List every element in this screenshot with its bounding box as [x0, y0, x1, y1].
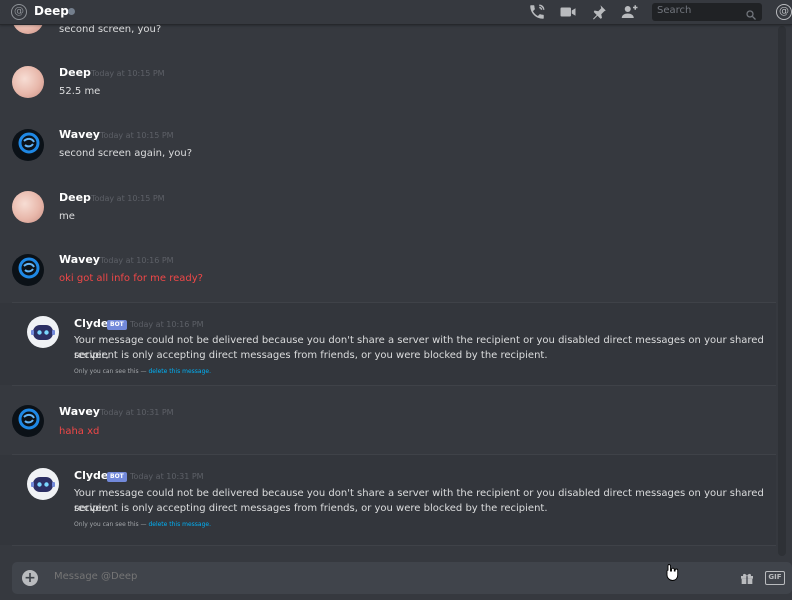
avatar[interactable] [12, 405, 44, 437]
avatar[interactable] [27, 316, 59, 348]
add-friend-icon[interactable] [621, 3, 639, 21]
video-icon[interactable] [559, 3, 577, 21]
delete-message-link[interactable]: delete this message. [148, 521, 211, 528]
message-timestamp: Today at 10:15 PM [91, 69, 165, 78]
channel-name: Deep [34, 4, 69, 18]
divider [12, 545, 776, 546]
delete-message-link[interactable]: delete this message. [148, 368, 211, 375]
message-text: oki got all info for me ready? [59, 273, 203, 284]
message-timestamp: Today at 10:15 PM [91, 194, 165, 203]
ephemeral-note-text: Only you can see this — [74, 368, 149, 375]
search-icon [745, 6, 757, 20]
ephemeral-note: Only you can see this — delete this mess… [74, 521, 211, 528]
message-author[interactable]: Deep [59, 66, 91, 79]
gif-button[interactable]: GIF [765, 571, 785, 585]
message-author[interactable]: Clyde [74, 317, 108, 330]
status-dot [68, 8, 75, 15]
message-text: haha xd [59, 426, 100, 437]
message-timestamp: Today at 10:16 PM [130, 320, 204, 329]
avatar[interactable] [12, 129, 44, 161]
scrollbar[interactable] [778, 26, 786, 556]
avatar[interactable] [12, 66, 44, 98]
message-author[interactable]: Deep [59, 191, 91, 204]
channel-header: @ Deep Search @ [0, 0, 792, 25]
message-timestamp: Today at 10:31 PM [100, 408, 174, 417]
mouse-cursor-icon [665, 563, 679, 581]
plus-icon[interactable]: + [22, 570, 38, 586]
divider [12, 385, 776, 386]
avatar[interactable] [27, 468, 59, 500]
search-placeholder: Search [657, 5, 692, 16]
pin-icon[interactable] [590, 3, 608, 21]
bot-tag: BOT [107, 320, 127, 330]
message-author[interactable]: Clyde [74, 469, 108, 482]
ephemeral-note-text: Only you can see this — [74, 521, 149, 528]
message-author[interactable]: Wavey [59, 405, 100, 418]
avatar[interactable] [12, 254, 44, 286]
message-timestamp: Today at 10:31 PM [130, 472, 204, 481]
message-text-line: recipient is only accepting direct messa… [74, 503, 548, 514]
ephemeral-note: Only you can see this — delete this mess… [74, 368, 211, 375]
message-text: second screen again, you? [59, 148, 193, 159]
phone-call-icon[interactable] [528, 3, 546, 21]
message-author[interactable]: Wavey [59, 253, 100, 266]
bot-tag: BOT [107, 472, 127, 482]
message-text: me [59, 211, 75, 222]
message-author[interactable]: Wavey [59, 128, 100, 141]
mention-icon[interactable]: @ [776, 4, 792, 20]
at-icon: @ [11, 4, 27, 20]
message-text-line: recipient is only accepting direct messa… [74, 350, 548, 361]
avatar[interactable] [12, 191, 44, 223]
message-text: 52.5 me [59, 86, 101, 97]
message-timestamp: Today at 10:15 PM [100, 131, 174, 140]
gift-icon[interactable] [739, 570, 755, 586]
search-input[interactable]: Search [652, 3, 762, 21]
message-timestamp: Today at 10:16 PM [100, 256, 174, 265]
message-input[interactable] [54, 571, 654, 582]
